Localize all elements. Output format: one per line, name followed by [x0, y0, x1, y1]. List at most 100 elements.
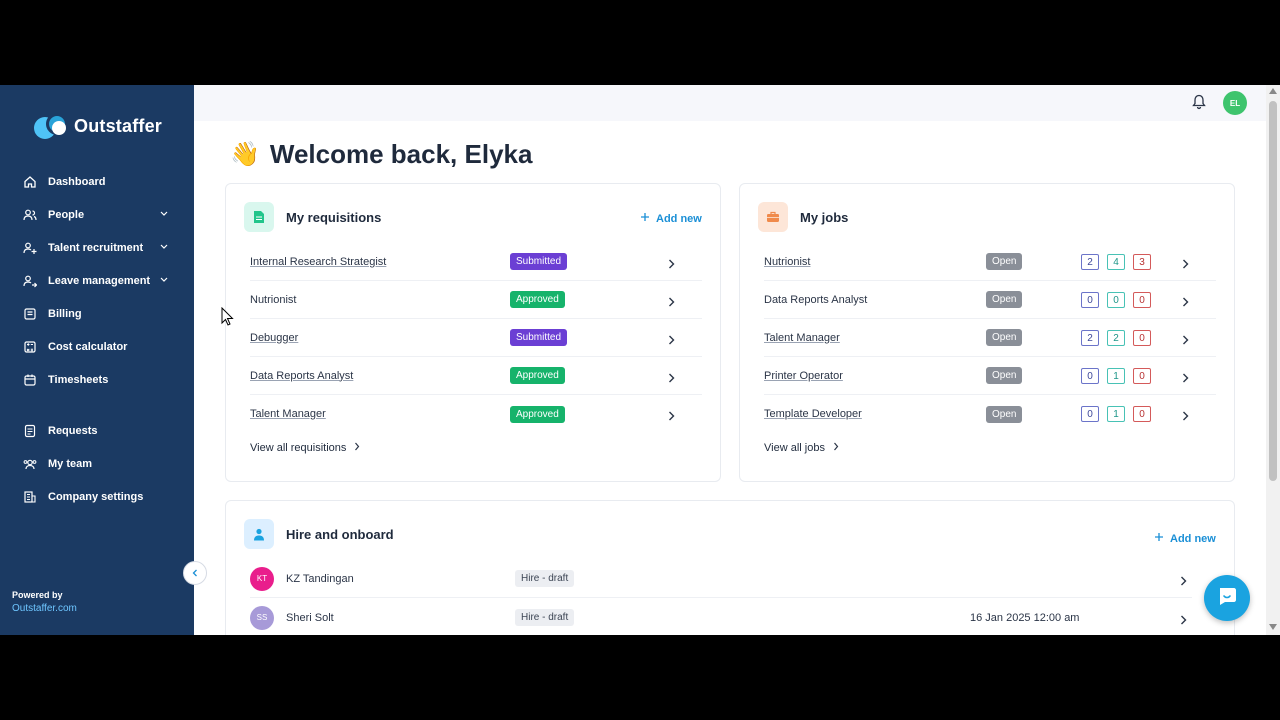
sidebar-collapse-button[interactable] — [183, 561, 207, 585]
chat-support-button[interactable] — [1204, 575, 1250, 621]
hire-name[interactable]: Sheri Solt — [286, 612, 334, 624]
powered-by-link[interactable]: Outstaffer.com — [12, 603, 77, 614]
add-hire-button[interactable]: Add new — [1154, 532, 1216, 545]
sidebar-nav: Dashboard People Talent recruitment Leav… — [0, 165, 194, 513]
sidebar-item-label: Leave management — [48, 274, 151, 287]
sidebar-item-leave-management[interactable]: Leave management — [0, 264, 194, 297]
job-name[interactable]: Talent Manager — [764, 332, 840, 344]
job-row[interactable]: Printer Operator Open 0 1 0 — [764, 357, 1216, 395]
scroll-down-arrow[interactable] — [1269, 624, 1277, 630]
requisition-name[interactable]: Debugger — [250, 332, 298, 344]
sidebar-item-cost-calculator[interactable]: Cost calculator — [0, 330, 194, 363]
count-badge[interactable]: 0 — [1081, 406, 1099, 422]
view-all-requisitions-link[interactable]: View all requisitions — [250, 442, 360, 454]
sidebar-item-my-team[interactable]: My team — [0, 447, 194, 480]
job-row[interactable]: Data Reports Analyst Open 0 0 0 — [764, 281, 1216, 319]
chevron-right-icon[interactable] — [1182, 256, 1189, 274]
leave-icon — [22, 273, 38, 289]
recruit-icon — [22, 240, 38, 256]
count-badge[interactable]: 0 — [1133, 368, 1151, 384]
logo[interactable]: Outstaffer — [32, 111, 162, 141]
sidebar-item-label: Cost calculator — [48, 340, 128, 353]
requisition-name[interactable]: Nutrionist — [250, 294, 296, 306]
chevron-right-icon[interactable] — [668, 332, 675, 350]
count-badge[interactable]: 0 — [1081, 368, 1099, 384]
sidebar-item-timesheets[interactable]: Timesheets — [0, 363, 194, 396]
sidebar-item-talent-recruitment[interactable]: Talent recruitment — [0, 231, 194, 264]
sidebar-item-requests[interactable]: Requests — [0, 414, 194, 447]
chevron-right-icon[interactable] — [1182, 294, 1189, 312]
chevron-right-icon[interactable] — [1180, 612, 1187, 630]
status-badge: Open — [986, 253, 1023, 270]
count-badge[interactable]: 2 — [1081, 330, 1099, 346]
chevron-right-icon[interactable] — [1180, 573, 1187, 591]
sidebar-item-label: Billing — [48, 307, 82, 320]
powered-by-label: Powered by — [12, 590, 63, 600]
count-badge[interactable]: 3 — [1133, 254, 1151, 270]
hire-name[interactable]: KZ Tandingan — [286, 573, 354, 585]
requisition-name[interactable]: Internal Research Strategist — [250, 256, 386, 268]
chevron-down-icon — [160, 274, 168, 286]
jobs-header: My jobs — [758, 202, 848, 232]
count-badge[interactable]: 2 — [1081, 254, 1099, 270]
sidebar-item-company-settings[interactable]: Company settings — [0, 480, 194, 513]
view-all-label: View all jobs — [764, 442, 825, 454]
chevron-right-icon[interactable] — [1182, 370, 1189, 388]
building-icon — [22, 489, 38, 505]
job-name[interactable]: Printer Operator — [764, 370, 843, 382]
count-badge[interactable]: 2 — [1107, 330, 1125, 346]
top-bar: EL — [194, 85, 1266, 121]
requisition-name[interactable]: Data Reports Analyst — [250, 370, 353, 382]
count-badge[interactable]: 0 — [1107, 292, 1125, 308]
count-badge[interactable]: 0 — [1081, 292, 1099, 308]
count-badge[interactable]: 4 — [1107, 254, 1125, 270]
chevron-right-icon[interactable] — [668, 408, 675, 426]
status-badge: Open — [986, 367, 1023, 384]
chevron-right-icon[interactable] — [668, 256, 675, 274]
user-avatar[interactable]: EL — [1223, 91, 1247, 115]
add-new-label: Add new — [1170, 532, 1216, 545]
chevron-right-icon[interactable] — [668, 294, 675, 312]
add-requisition-button[interactable]: Add new — [640, 212, 702, 225]
requisition-row[interactable]: Debugger Submitted — [250, 319, 702, 357]
job-row[interactable]: Template Developer Open 0 1 0 — [764, 395, 1216, 433]
candidate-counts: 0 1 0 — [1081, 406, 1151, 422]
job-name[interactable]: Data Reports Analyst — [764, 294, 867, 306]
status-badge: Approved — [510, 291, 565, 308]
requisition-row[interactable]: Nutrionist Approved — [250, 281, 702, 319]
status-badge: Submitted — [510, 253, 568, 270]
job-name[interactable]: Nutrionist — [764, 256, 810, 268]
requisition-row[interactable]: Internal Research Strategist Submitted — [250, 243, 702, 281]
count-badge[interactable]: 1 — [1107, 406, 1125, 422]
status-badge: Hire - draft — [515, 609, 575, 626]
person-icon — [244, 519, 274, 549]
requisition-row[interactable]: Talent Manager Approved — [250, 395, 702, 433]
job-row[interactable]: Talent Manager Open 2 2 0 — [764, 319, 1216, 357]
chevron-right-icon[interactable] — [668, 370, 675, 388]
count-badge[interactable]: 0 — [1133, 292, 1151, 308]
welcome-header: 👋 Welcome back, Elyka — [230, 139, 532, 170]
sidebar-item-dashboard[interactable]: Dashboard — [0, 165, 194, 198]
hire-row[interactable]: SS Sheri Solt Hire - draft 16 Jan 2025 1… — [250, 599, 1192, 635]
job-name[interactable]: Template Developer — [764, 408, 862, 420]
sidebar-item-label: Timesheets — [48, 373, 109, 386]
page-scrollbar[interactable] — [1266, 85, 1280, 635]
chevron-right-icon[interactable] — [1182, 332, 1189, 350]
hire-row[interactable]: KT KZ Tandingan Hire - draft — [250, 560, 1192, 598]
requisition-name[interactable]: Talent Manager — [250, 408, 326, 420]
count-badge[interactable]: 0 — [1133, 406, 1151, 422]
requisition-row[interactable]: Data Reports Analyst Approved — [250, 357, 702, 395]
hire-onboard-title: Hire and onboard — [286, 526, 394, 542]
chevron-right-icon[interactable] — [1182, 408, 1189, 426]
scroll-thumb[interactable] — [1269, 101, 1277, 481]
jobs-card: My jobs Nutrionist Open 2 4 3 Data Repor… — [739, 183, 1235, 482]
bell-icon[interactable] — [1192, 94, 1206, 115]
scroll-up-arrow[interactable] — [1269, 88, 1277, 94]
requisitions-header: My requisitions — [244, 202, 381, 232]
job-row[interactable]: Nutrionist Open 2 4 3 — [764, 243, 1216, 281]
view-all-jobs-link[interactable]: View all jobs — [764, 442, 839, 454]
count-badge[interactable]: 0 — [1133, 330, 1151, 346]
sidebar-item-people[interactable]: People — [0, 198, 194, 231]
count-badge[interactable]: 1 — [1107, 368, 1125, 384]
sidebar-item-billing[interactable]: Billing — [0, 297, 194, 330]
